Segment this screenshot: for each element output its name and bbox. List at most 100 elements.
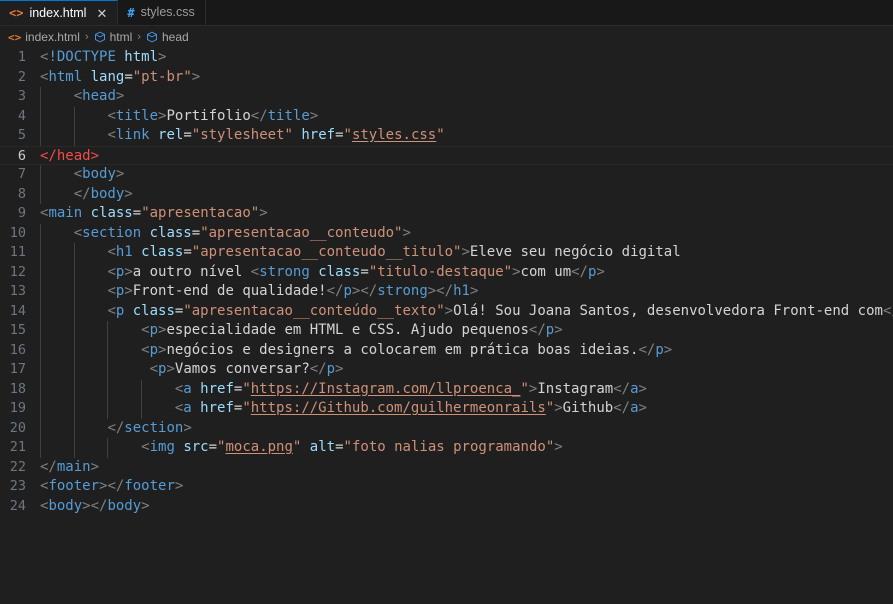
code-token-link[interactable]: moca.png xyxy=(225,439,292,455)
line-content[interactable]: </section> xyxy=(40,418,893,438)
code-token-attr: lang xyxy=(90,68,125,85)
code-line[interactable]: 24 <body></body> xyxy=(0,497,893,517)
code-line[interactable]: 14 <p class="apresentacao__conteúdo__tex… xyxy=(0,301,893,321)
code-token-str: " xyxy=(242,380,251,397)
indent-guide xyxy=(73,379,75,399)
code-token-punct: </ xyxy=(326,283,344,299)
line-number: 18 xyxy=(9,380,26,397)
line-content[interactable]: <footer></footer> xyxy=(40,477,893,497)
line-content[interactable]: </head> xyxy=(40,147,893,165)
code-token-str: " xyxy=(343,127,352,143)
indent-guide xyxy=(140,379,142,399)
code-line[interactable]: 4 <title>Portifolio</title> xyxy=(0,106,893,126)
indent-guide xyxy=(73,418,75,438)
code-token-link[interactable]: https://Github.com/guilhermeonrails xyxy=(251,400,546,416)
code-token-attr: class xyxy=(132,302,175,319)
code-line[interactable]: 9 <main class="apresentacao"> xyxy=(0,204,893,224)
code-token-punct: > xyxy=(596,263,605,280)
indent-guide xyxy=(40,399,41,419)
code-line[interactable]: 12 <p>a outro nível <strong class="titul… xyxy=(0,262,893,282)
code-token-eq: = xyxy=(335,127,344,143)
line-content[interactable]: </body> xyxy=(40,184,893,204)
code-line[interactable]: 6 </head> xyxy=(0,145,893,165)
code-token-tag: title xyxy=(267,107,310,124)
indent-guide xyxy=(73,243,75,263)
code-editor[interactable]: 1 <!DOCTYPE html> 2 <html lang="pt-br"> 3 <h… xyxy=(0,48,893,604)
line-content[interactable]: <p>Vamos conversar?</p> xyxy=(40,360,893,380)
indent-guide xyxy=(40,321,41,341)
editor-tab-index-html[interactable]: <> index.html ✕ xyxy=(0,0,119,25)
line-content[interactable]: <title>Portifolio</title> xyxy=(40,106,893,126)
line-content[interactable]: <link rel="stylesheet" href="styles.css" xyxy=(40,126,893,146)
code-line[interactable]: 8 </body> xyxy=(0,184,893,204)
line-content[interactable]: <p>Front-end de qualidade!</p></strong><… xyxy=(40,282,893,302)
indent-guide xyxy=(73,262,75,282)
code-token-tag: body xyxy=(90,185,125,202)
line-content[interactable]: <h1 class="apresentacao__conteudo__titul… xyxy=(40,243,893,263)
code-token-tag: main xyxy=(48,205,91,221)
code-token-punct: </ xyxy=(613,380,631,397)
line-content[interactable]: <p>a outro nível <strong class="titulo-d… xyxy=(40,262,893,282)
line-content[interactable]: <section class="apresentacao__conteudo"> xyxy=(40,223,893,243)
line-content[interactable]: </main> xyxy=(40,458,893,478)
line-content[interactable]: <!DOCTYPE html> xyxy=(40,48,893,68)
code-token-text: Github xyxy=(562,400,614,416)
code-line[interactable]: 15 <p>especialidade em HTML e CSS. Ajudo… xyxy=(0,321,893,341)
code-line[interactable]: 18 <a href="https://Instagram.com/llproe… xyxy=(0,379,893,399)
line-content[interactable]: <html lang="pt-br"> xyxy=(40,68,893,88)
close-icon[interactable]: ✕ xyxy=(96,7,107,20)
code-line[interactable]: 20 </section> xyxy=(0,418,893,438)
line-content[interactable]: <a href="https://Github.com/guilhermeonr… xyxy=(40,399,893,419)
code-line[interactable]: 10 <section class="apresentacao__conteud… xyxy=(0,223,893,243)
code-line[interactable]: 3 <head> xyxy=(0,87,893,107)
code-line[interactable]: 13 <p>Front-end de qualidade!</p></stron… xyxy=(0,282,893,302)
code-token-text: Front-end de qualidade! xyxy=(132,283,327,299)
code-token-str: "apresentacao__conteudo__titulo" xyxy=(191,244,462,260)
code-token-str: "foto nalias programando" xyxy=(343,439,555,455)
indent-guide xyxy=(40,360,41,380)
code-token-attr: src xyxy=(183,439,209,455)
code-token-punct: > xyxy=(124,283,133,299)
code-line[interactable]: 17 <p>Vamos conversar?</p> xyxy=(0,360,893,380)
line-content[interactable]: <head> xyxy=(40,87,893,107)
breadcrumb-item-head[interactable]: head xyxy=(146,30,189,44)
breadcrumb-item-index-html[interactable]: <> index.html xyxy=(8,30,80,44)
code-token-punct: < xyxy=(107,107,116,124)
line-number: 14 xyxy=(9,302,26,319)
line-content[interactable]: <p>especialidade em HTML e CSS. Ajudo pe… xyxy=(40,321,893,341)
breadcrumb-item-label: html xyxy=(109,30,133,44)
code-line[interactable]: 2 <html lang="pt-br"> xyxy=(0,68,893,88)
line-content[interactable]: <p class="apresentacao__conteúdo__texto"… xyxy=(40,301,893,321)
code-line[interactable]: 7 <body> xyxy=(0,165,893,185)
indent-guide xyxy=(40,184,41,204)
code-token-link[interactable]: https://Instagram.com/llproenca_ xyxy=(251,381,521,397)
indent-guide xyxy=(107,360,109,380)
code-line[interactable]: 11 <h1 class="apresentacao__conteudo__ti… xyxy=(0,243,893,263)
code-line[interactable]: 19 <a href="https://Github.com/guilherme… xyxy=(0,399,893,419)
line-content[interactable]: <body> xyxy=(40,165,893,185)
code-line[interactable]: 5 <link rel="stylesheet" href="styles.cs… xyxy=(0,126,893,146)
code-token-str: "apresentacao" xyxy=(141,205,260,221)
code-line[interactable]: 23 <footer></footer> xyxy=(0,477,893,497)
code-token-attr: class xyxy=(149,224,192,241)
code-token-tag: link xyxy=(115,127,159,143)
line-content[interactable]: <main class="apresentacao"> xyxy=(40,204,893,224)
editor-tab-styles-css[interactable]: # styles.css xyxy=(118,0,206,25)
code-token-attr: href xyxy=(200,380,234,397)
line-content[interactable]: <p>negócios e designers a colocarem em p… xyxy=(40,340,893,360)
line-content[interactable]: <body></body> xyxy=(40,497,893,517)
code-line[interactable]: 1 <!DOCTYPE html> xyxy=(0,48,893,68)
code-token-attr: href xyxy=(200,400,234,416)
code-line[interactable]: 16 <p>negócios e designers a colocarem e… xyxy=(0,340,893,360)
line-content[interactable]: <a href="https://Instagram.com/llproenca… xyxy=(40,379,893,399)
code-line[interactable]: 22 </main> xyxy=(0,458,893,478)
line-content[interactable]: <img src="moca.png" alt="foto nalias pro… xyxy=(40,438,893,458)
indent-guide xyxy=(73,282,75,302)
breadcrumb-item-html[interactable]: html xyxy=(94,30,133,44)
code-token-link[interactable]: styles.css xyxy=(352,127,436,143)
code-line[interactable]: 21 <img src="moca.png" alt="foto nalias … xyxy=(0,438,893,458)
code-token-tag: a xyxy=(183,400,201,416)
